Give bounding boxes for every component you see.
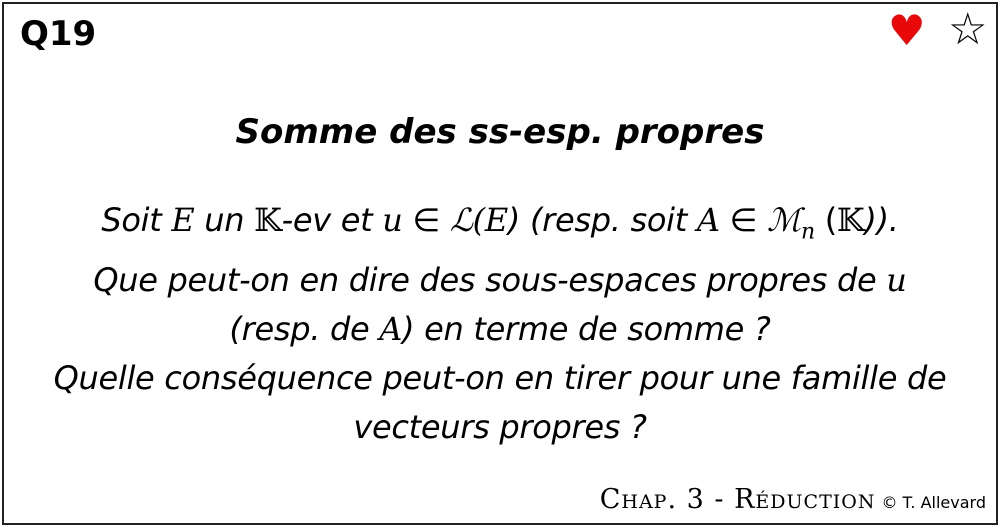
star-outline-icon[interactable]: ☆	[948, 8, 987, 52]
card-footer: Chap. 3 - Réduction © T. Allevard	[600, 484, 986, 515]
heart-icon[interactable]: ♥	[888, 10, 926, 52]
question-line-1: Soit E un 𝕂-ev et u ∈ ℒ(E) (resp. soit A…	[101, 201, 899, 245]
question-line-2: Que peut-on en dire des sous-espaces pro…	[93, 261, 907, 300]
question-id: Q19	[20, 14, 97, 54]
chapter-label: Chap. 3 - Réduction	[599, 484, 876, 515]
question-line-3: (resp. de A) en terme de somme ?	[229, 310, 771, 349]
copyright-label: © T. Allevard	[881, 493, 986, 512]
card-title: Somme des ss-esp. propres	[235, 112, 765, 152]
question-text: Soit E un 𝕂-ev et u ∈ ℒ(E) (resp. soit A…	[8, 196, 992, 452]
question-line-5: vecteurs propres ?	[353, 408, 647, 447]
flashcard: Q19 ♥ ☆ Somme des ss-esp. propres Soit E…	[2, 2, 998, 525]
question-line-4: Quelle conséquence peut-on en tirer pour…	[53, 359, 947, 398]
